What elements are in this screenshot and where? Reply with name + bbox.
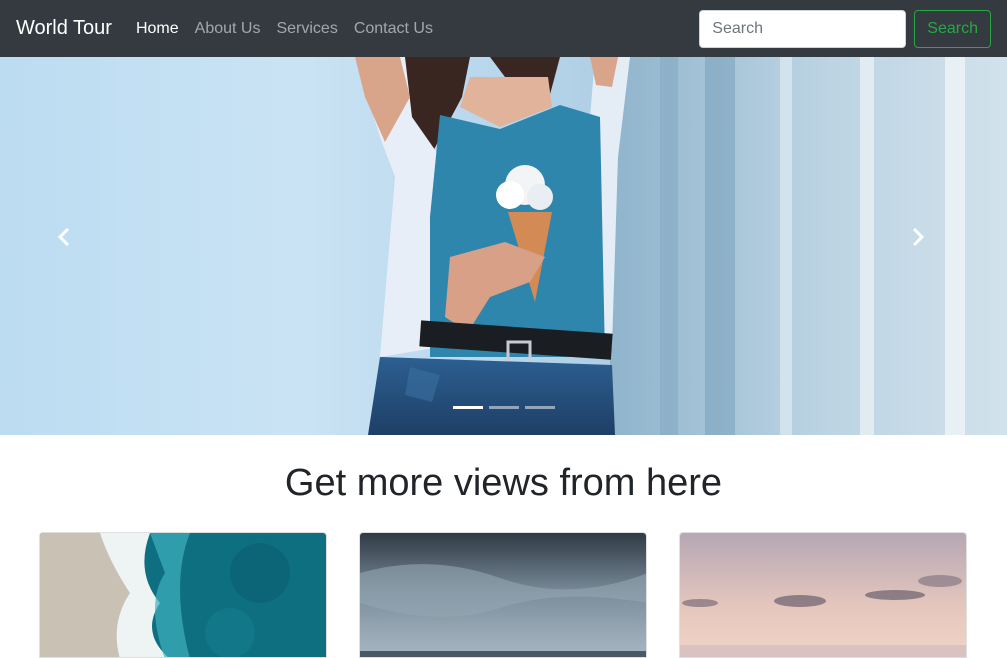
nav-link-services[interactable]: Services — [276, 20, 337, 38]
nav-link-about-us[interactable]: About Us — [195, 20, 261, 38]
carousel-next-button[interactable] — [910, 227, 950, 267]
carousel-indicator-3[interactable] — [525, 406, 555, 409]
hero-image — [355, 57, 1007, 435]
carousel-indicator-2[interactable] — [489, 406, 519, 409]
search-input[interactable] — [699, 9, 907, 48]
search-button[interactable]: Search — [914, 9, 991, 48]
card-sunset-sea[interactable] — [679, 532, 967, 658]
nav-link-home[interactable]: Home — [136, 20, 179, 38]
card-image-ocean-shore — [40, 533, 326, 657]
carousel-indicators — [453, 406, 555, 409]
hero-carousel — [0, 57, 1007, 435]
chevron-right-icon — [912, 227, 925, 247]
carousel-indicator-1[interactable] — [453, 406, 483, 409]
card-stormy-sea[interactable] — [359, 532, 647, 658]
brand-logo[interactable]: World Tour — [16, 17, 112, 40]
carousel-prev-button[interactable] — [56, 227, 96, 267]
card-image-stormy-sea — [360, 533, 646, 657]
nav-link-contact-us[interactable]: Contact Us — [354, 20, 433, 38]
card-image-sunset-sea — [680, 533, 966, 657]
card-ocean-shore[interactable] — [39, 532, 327, 658]
section-title: Get more views from here — [284, 462, 723, 504]
navbar: World Tour Home About Us Services Contac… — [0, 0, 1007, 57]
chevron-left-icon — [57, 227, 70, 247]
